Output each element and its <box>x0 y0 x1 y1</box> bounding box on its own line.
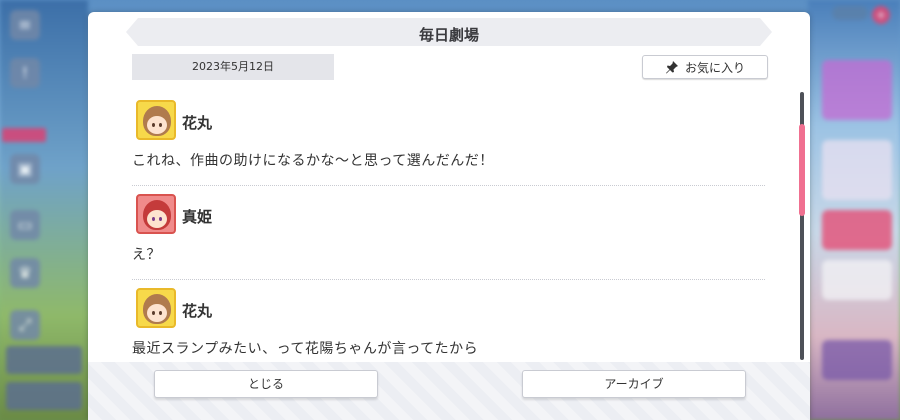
avatar-eye <box>152 217 155 221</box>
dialogue-text: 最近スランプみたい、って花陽ちゃんが言ってたから <box>132 341 479 357</box>
right-banner-4[interactable] <box>822 260 892 300</box>
close-button[interactable]: とじる <box>154 370 378 398</box>
right-banner-3[interactable] <box>822 210 892 250</box>
title-bar: 毎日劇場 <box>126 18 772 46</box>
dialog-title: 毎日劇場 <box>418 26 479 44</box>
archive-button[interactable]: アーカイブ <box>522 370 746 398</box>
scrollbar-thumb[interactable] <box>799 124 805 216</box>
dialogue-text: これね、作曲の助けになるかな～と思って選んだんだ！ <box>132 153 494 169</box>
avatar-eye <box>159 311 162 315</box>
hanamaru-avatar <box>136 288 176 328</box>
avatar-skin <box>147 304 167 322</box>
monitor-icon[interactable]: ▭ <box>10 210 40 240</box>
daily-theater-dialog: 毎日劇場 2023年5月12日 お気に入り 花丸 これね、作曲の助けになるかな～… <box>88 12 810 420</box>
right-banner-5[interactable] <box>822 340 892 380</box>
expand-icon[interactable]: ⤢ <box>10 310 40 340</box>
avatar-eye <box>152 311 155 315</box>
hanamaru-avatar <box>136 100 176 140</box>
school-idol-button[interactable] <box>6 382 82 410</box>
favorite-label: お気に入り <box>684 60 745 75</box>
pin-icon <box>665 61 678 74</box>
maki-avatar <box>136 194 176 234</box>
dialogue-text: え？ <box>132 247 161 263</box>
notice-icon[interactable]: ! <box>10 58 40 88</box>
right-banner-2[interactable] <box>822 140 892 200</box>
avatar-face <box>143 200 171 230</box>
top-right-plus-icon[interactable]: + <box>872 6 890 24</box>
favorite-button[interactable]: お気に入り <box>642 55 768 79</box>
date-label: 2023年5月12日 <box>132 54 334 80</box>
avatar-face <box>143 294 171 324</box>
speaker-name: 花丸 <box>182 302 213 320</box>
dialogue-entry: 花丸 最近スランプみたい、って花陽ちゃんが言ってたから <box>132 280 765 362</box>
dialogue-list[interactable]: 花丸 これね、作曲の助けになるかな～と思って選んだんだ！ 真姫 え？ 花丸 最近… <box>132 92 765 362</box>
avatar-skin <box>147 210 167 228</box>
trophy-icon[interactable]: ♛ <box>10 258 40 288</box>
accessory-button[interactable] <box>6 346 82 374</box>
right-banner-1[interactable] <box>822 60 892 120</box>
avatar-eye <box>159 217 162 221</box>
avatar-skin <box>147 116 167 134</box>
speaker-name: 真姫 <box>182 208 213 226</box>
menu-icon[interactable]: ≡ <box>10 10 40 40</box>
avatar-eye <box>159 123 162 127</box>
top-right-badge <box>832 6 868 20</box>
event-tag <box>2 128 46 142</box>
dialogue-entry: 真姫 え？ <box>132 186 765 280</box>
dialogue-entry: 花丸 これね、作曲の助けになるかな～と思って選んだんだ！ <box>132 92 765 186</box>
avatar-face <box>143 106 171 136</box>
speaker-name: 花丸 <box>182 114 213 132</box>
dialog-footer: とじる アーカイブ <box>88 362 810 420</box>
avatar-eye <box>152 123 155 127</box>
gift-icon[interactable]: ▣ <box>10 154 40 184</box>
